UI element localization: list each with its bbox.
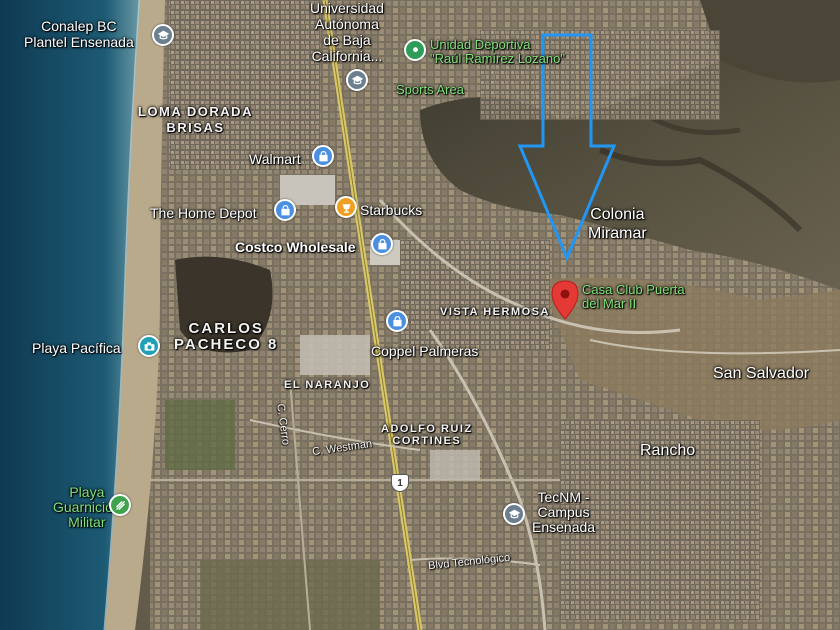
place-label-coppel[interactable]: Coppel Palmeras [371, 343, 478, 359]
place-label-playa-pacifica[interactable]: Playa Pacífica [32, 340, 121, 356]
place-label-tecnm[interactable]: TecNM - Campus Ensenada [532, 490, 595, 535]
shopping-bag-icon[interactable] [274, 199, 296, 221]
graduation-cap-icon[interactable] [503, 503, 525, 525]
place-label-conalep[interactable]: Conalep BC Plantel Ensenada [24, 18, 134, 50]
neighborhood-label-loma-dorada: LOMA DORADA BRISAS [138, 104, 253, 135]
graduation-cap-icon[interactable] [346, 69, 368, 91]
shopping-bag-icon[interactable] [312, 145, 334, 167]
neighborhood-label-rancho: Rancho [640, 442, 696, 459]
neighborhood-label-el-naranjo: EL NARANJO [284, 379, 371, 391]
hiking-icon[interactable] [109, 494, 131, 516]
location-pin-icon[interactable] [404, 39, 426, 61]
neighborhood-label-adolfo-ruiz: ADOLFO RUIZ CORTINES [381, 423, 473, 447]
place-label-starbucks[interactable]: Starbucks [360, 202, 422, 218]
neighborhood-label-san-salvador: San Salvador [713, 365, 810, 382]
place-label-home-depot[interactable]: The Home Depot [150, 205, 257, 221]
camera-icon[interactable] [138, 335, 160, 357]
satellite-map[interactable]: 1 Conalep BC Plantel Ensenada Universida… [0, 0, 840, 630]
highway-shield-icon: 1 [391, 474, 409, 492]
neighborhood-label-colonia-miramar: Colonia Miramar [588, 206, 647, 242]
neighborhood-label-carlos-pacheco: CARLOS PACHECO 8 [174, 320, 279, 353]
shopping-bag-icon[interactable] [371, 233, 393, 255]
red-map-marker-icon[interactable] [551, 280, 579, 320]
place-label-unidad-deportiva[interactable]: Unidad Deportiva "Raúl Ramírez Lozano" [430, 38, 565, 66]
place-label-casa-club[interactable]: Casa Club Puerta del Mar II [582, 283, 685, 311]
neighborhood-label-vista-hermosa: VISTA HERMOSA [440, 306, 550, 318]
shopping-bag-icon[interactable] [386, 310, 408, 332]
place-label-costco[interactable]: Costco Wholesale [235, 239, 356, 255]
place-label-sports-area[interactable]: Sports Area [396, 83, 464, 97]
coffee-cup-icon[interactable] [335, 196, 357, 218]
place-label-walmart[interactable]: Walmart [249, 151, 301, 167]
graduation-cap-icon[interactable] [152, 24, 174, 46]
place-label-universidad[interactable]: Universidad Autónoma de Baja California.… [310, 0, 384, 64]
